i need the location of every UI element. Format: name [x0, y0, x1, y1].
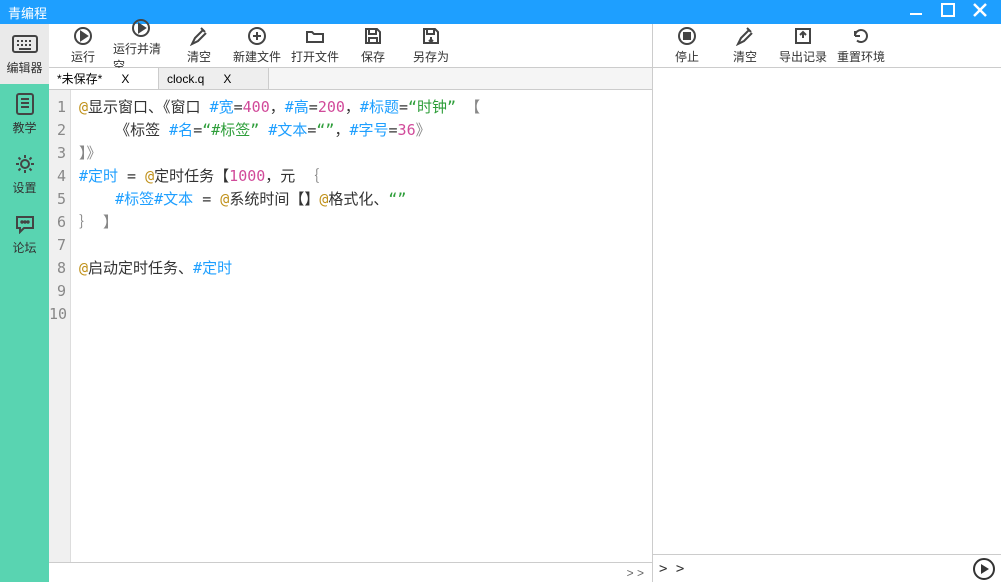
broom-icon — [735, 26, 755, 46]
run-clear-button[interactable]: 运行并清空 — [113, 18, 169, 74]
close-button[interactable] — [969, 2, 991, 23]
code-area[interactable]: @显示窗口、《窗口 #宽=400，#高=200，#标题=“时钟” 【 《标签 #… — [71, 90, 652, 562]
maximize-button[interactable] — [937, 2, 959, 23]
editor-panel: 运行 运行并清空 清空 新建文件 打开文件 保存 另存为 *未保存*X cloc… — [49, 24, 653, 582]
plus-circle-icon — [247, 26, 267, 46]
sidebar-label: 论坛 — [12, 239, 36, 256]
repl-prompt[interactable]: > > — [659, 561, 973, 577]
sidebar: 编辑器 教学 设置 论坛 — [0, 24, 49, 582]
line-gutter: 12345678910 — [49, 90, 71, 562]
refresh-icon — [851, 26, 871, 46]
tab-clock[interactable]: clock.qX — [159, 68, 269, 89]
new-file-button[interactable]: 新建文件 — [229, 26, 285, 65]
clear-output-button[interactable]: 清空 — [717, 26, 773, 65]
stop-icon — [677, 26, 697, 46]
output-panel: 停止 清空 导出记录 重置环境 > > — [653, 24, 1001, 582]
open-file-button[interactable]: 打开文件 — [287, 26, 343, 65]
minimize-button[interactable] — [905, 2, 927, 23]
stop-button[interactable]: 停止 — [659, 26, 715, 65]
export-log-button[interactable]: 导出记录 — [775, 26, 831, 65]
app-title: 青编程 — [4, 3, 47, 22]
editor-toolbar: 运行 运行并清空 清空 新建文件 打开文件 保存 另存为 — [49, 24, 652, 68]
gear-icon — [12, 153, 38, 175]
keyboard-icon — [12, 33, 38, 55]
sidebar-label: 设置 — [12, 179, 36, 196]
sidebar-item-settings[interactable]: 设置 — [0, 144, 49, 204]
save-as-button[interactable]: 另存为 — [403, 26, 459, 65]
sidebar-item-editor[interactable]: 编辑器 — [0, 24, 49, 84]
footer-chevron[interactable]: > > — [627, 566, 644, 580]
folder-open-icon — [305, 26, 325, 46]
repl-run-button[interactable] — [973, 558, 995, 580]
window-controls — [905, 2, 997, 23]
editor-footer: > > — [49, 562, 652, 582]
save-button[interactable]: 保存 — [345, 26, 401, 65]
sidebar-label: 教学 — [12, 119, 36, 136]
save-as-icon — [421, 26, 441, 46]
code-editor[interactable]: 12345678910 @显示窗口、《窗口 #宽=400，#高=200，#标题=… — [49, 90, 652, 562]
tab-close-icon[interactable]: X — [118, 72, 132, 86]
save-icon — [363, 26, 383, 46]
play-icon — [73, 26, 93, 46]
play-clear-icon — [131, 18, 151, 38]
output-toolbar: 停止 清空 导出记录 重置环境 — [653, 24, 1001, 68]
editor-tabs: *未保存*X clock.qX — [49, 68, 652, 90]
output-area — [653, 68, 1001, 554]
tab-close-icon[interactable]: X — [220, 72, 234, 86]
chat-icon — [12, 213, 38, 235]
export-icon — [793, 26, 813, 46]
broom-icon — [189, 26, 209, 46]
reset-env-button[interactable]: 重置环境 — [833, 26, 889, 65]
run-button[interactable]: 运行 — [55, 26, 111, 65]
sidebar-item-tutorial[interactable]: 教学 — [0, 84, 49, 144]
repl-row: > > — [653, 554, 1001, 582]
clear-button[interactable]: 清空 — [171, 26, 227, 65]
tab-unsaved[interactable]: *未保存*X — [49, 68, 159, 89]
document-icon — [12, 93, 38, 115]
sidebar-item-forum[interactable]: 论坛 — [0, 204, 49, 264]
sidebar-label: 编辑器 — [6, 59, 42, 76]
